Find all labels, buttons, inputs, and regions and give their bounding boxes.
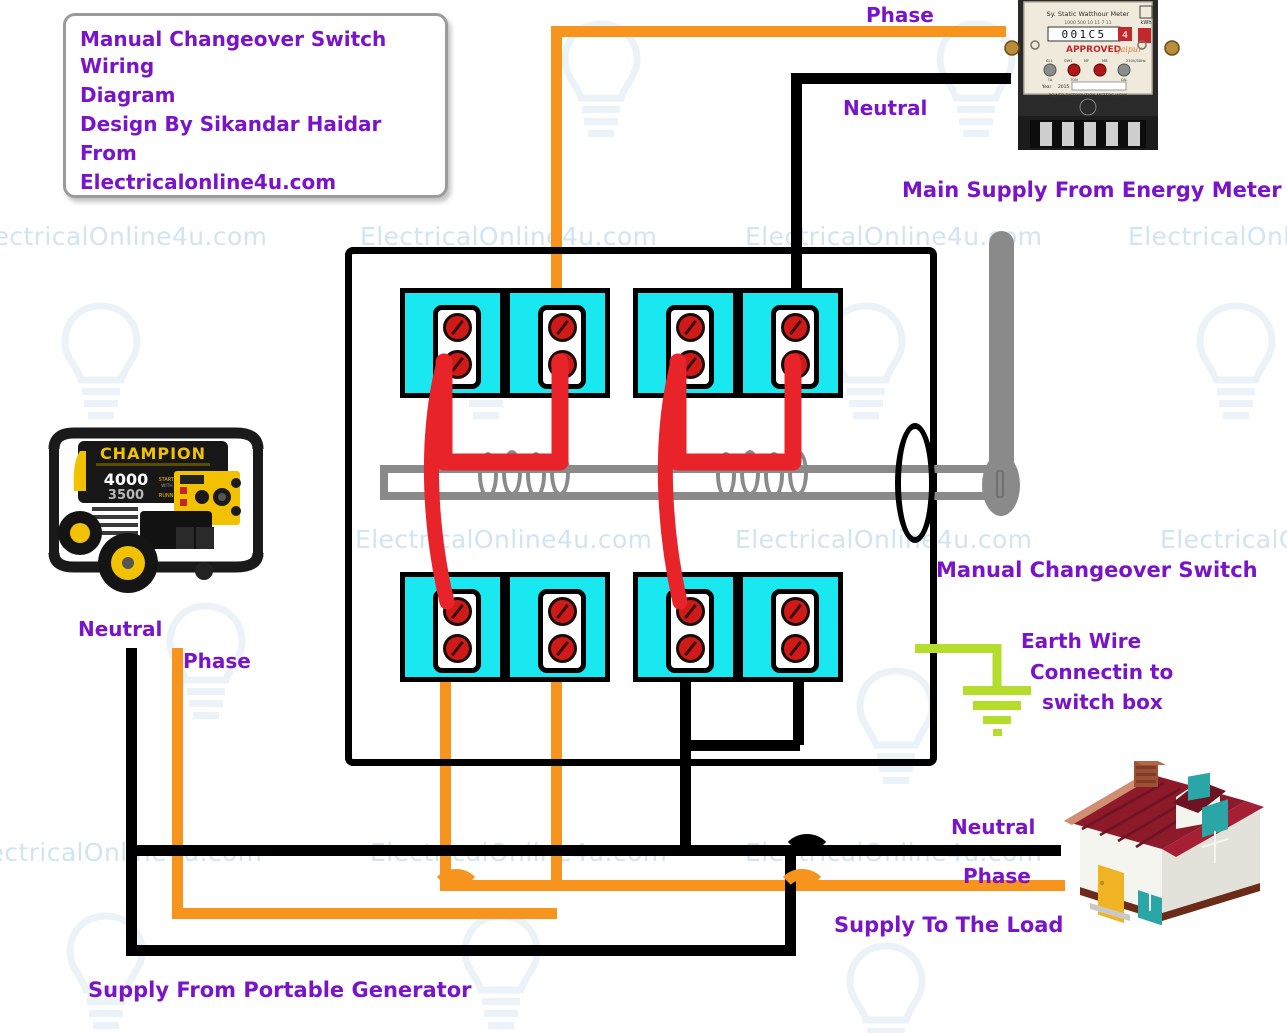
terminal-screw-upper-3-top[interactable]: [676, 313, 705, 342]
terminal-screw-upper-3-bottom[interactable]: [676, 350, 705, 379]
svg-text:APPROVED: APPROVED: [1066, 45, 1121, 55]
wire-phase-meter-horizontal: [551, 26, 1006, 37]
svg-text:4000: 4000: [104, 470, 149, 489]
label-neutral-top: Neutral: [843, 96, 928, 120]
switch-unit-upper-4[interactable]: [738, 288, 843, 398]
svg-text:kWh: kWh: [1140, 20, 1151, 26]
label-supply-to-load: Supply To The Load: [834, 913, 1064, 937]
label-phase-top: Phase: [866, 3, 934, 27]
wire-neutral-generator-vertical: [126, 648, 137, 953]
wire-neutral-meter-horizontal: [791, 73, 1011, 84]
svg-text:Year: Year: [1041, 84, 1051, 90]
terminal-screw-lower-1-bottom[interactable]: [443, 634, 472, 663]
terminal-screw-lower-3-bottom[interactable]: [676, 634, 705, 663]
title-line-3: Design By Sikandar Haidar: [80, 112, 382, 136]
terminal-screw-upper-4-top[interactable]: [781, 313, 810, 342]
watermark-text: ElectricalOnline4u.com: [1160, 525, 1287, 554]
energy-meter-device: Sy. Static Watthour Meter 1000 500 10 11…: [1004, 0, 1180, 150]
label-phase-generator: Phase: [183, 649, 251, 673]
label-earth-line-3: switch box: [1042, 690, 1163, 714]
label-supply-from-generator: Supply From Portable Generator: [88, 978, 472, 1002]
terminal-screw-upper-2-top[interactable]: [548, 313, 577, 342]
switch-unit-lower-4[interactable]: [738, 572, 843, 682]
wire-neutral-generator-horizontal: [126, 945, 796, 956]
switch-unit-upper-2[interactable]: [505, 288, 610, 398]
diagram-canvas: ElectricalOnline4u.com ElectricalOnline4u…: [0, 0, 1287, 1033]
svg-text:CAL: CAL: [1121, 78, 1128, 82]
wire-hop-phase-left: [429, 869, 483, 896]
title-line-4: From: [80, 141, 137, 165]
svg-text:TA: TA: [1047, 78, 1053, 82]
svg-text:POWER DISTRIBUTION METERS JAPA: POWER DISTRIBUTION METERS JAPAN: [1049, 93, 1128, 98]
bulb-watermark-icon: [461, 912, 541, 1029]
wire-phase-generator-horizontal: [172, 908, 557, 919]
bulb-watermark-icon: [66, 912, 146, 1029]
terminal-screw-lower-4-top[interactable]: [781, 597, 810, 626]
svg-text:3500: 3500: [108, 488, 144, 503]
coil-winding-left: [478, 450, 598, 506]
terminal-screw-upper-4-bottom[interactable]: [781, 350, 810, 379]
lever-slot-icon: [996, 470, 1004, 498]
label-earth-line-2: Connectin to: [1030, 660, 1174, 684]
switch-unit-upper-3[interactable]: [633, 288, 738, 398]
terminal-screw-lower-3-top[interactable]: [676, 597, 705, 626]
terminal-screw-lower-1-top[interactable]: [443, 597, 472, 626]
svg-text:230V/50Hz: 230V/50Hz: [1126, 59, 1146, 63]
svg-text:Sy. Static Watthour Meter: Sy. Static Watthour Meter: [1047, 10, 1130, 18]
wire-hop-neutral: [780, 834, 834, 861]
terminal-screw-upper-2-bottom[interactable]: [548, 350, 577, 379]
house-load-illustration: [1064, 761, 1264, 925]
title-line-1: Manual Changeover Switch Wiring: [80, 27, 387, 78]
changeover-lever-handle[interactable]: [989, 231, 1014, 491]
portable-generator-device: CHAMPION 4000 3500 STARTING WATTS WITH 4…: [48, 427, 264, 593]
svg-text:MB: MB: [1102, 59, 1108, 63]
title-line-5: Electricalonline4u.com: [80, 170, 337, 194]
svg-text:1000 500 10 11 7 11: 1000 500 10 11 7 11: [1064, 20, 1111, 26]
label-neutral-generator: Neutral: [78, 617, 163, 641]
svg-text:CW1: CW1: [1064, 59, 1072, 63]
wire-neutral-load-bus: [126, 845, 1061, 856]
bulb-watermark-icon: [1196, 302, 1276, 419]
svg-text:4: 4: [1122, 30, 1128, 41]
title-line-2: Diagram: [80, 83, 176, 107]
terminal-screw-lower-4-bottom[interactable]: [781, 634, 810, 663]
switch-unit-lower-3[interactable]: [633, 572, 738, 682]
svg-text:2015: 2015: [1058, 84, 1069, 90]
bulb-watermark-icon: [61, 302, 141, 419]
bulb-watermark-icon: [846, 942, 926, 1033]
svg-text:TON: TON: [1069, 78, 1078, 82]
label-changeover-switch: Manual Changeover Switch: [936, 558, 1258, 582]
wire-hop-phase-right: [775, 869, 829, 896]
watermark-text: ElectricalOnline4u.com: [1128, 222, 1287, 251]
switch-unit-lower-2[interactable]: [505, 572, 610, 682]
busbar-left-cap: [380, 465, 388, 500]
label-main-supply: Main Supply From Energy Meter: [902, 178, 1282, 202]
shaft-coupling-loop: [895, 423, 935, 543]
terminal-screw-lower-2-top[interactable]: [548, 597, 577, 626]
terminal-screw-lower-2-bottom[interactable]: [548, 634, 577, 663]
coil-winding-right: [716, 450, 836, 506]
label-phase-load: Phase: [963, 864, 1031, 888]
switch-unit-lower-1[interactable]: [400, 572, 505, 682]
wire-phase-generator-vertical: [172, 648, 183, 913]
bulb-watermark-icon: [561, 20, 641, 137]
switch-unit-upper-1[interactable]: [400, 288, 505, 398]
terminal-screw-upper-1-bottom[interactable]: [443, 350, 472, 379]
title-card: Manual Changeover Switch Wiring Diagram …: [63, 13, 448, 198]
svg-text:001C5: 001C5: [1061, 28, 1106, 41]
label-neutral-load: Neutral: [951, 815, 1036, 839]
svg-text:MF: MF: [1084, 59, 1089, 63]
watermark-text: ElectricalOnline4u.com: [0, 222, 268, 251]
terminal-screw-upper-1-top[interactable]: [443, 313, 472, 342]
svg-text:CHAMPION: CHAMPION: [100, 444, 206, 463]
label-earth-line-1: Earth Wire: [1021, 629, 1142, 653]
svg-text:CL1: CL1: [1046, 59, 1053, 63]
